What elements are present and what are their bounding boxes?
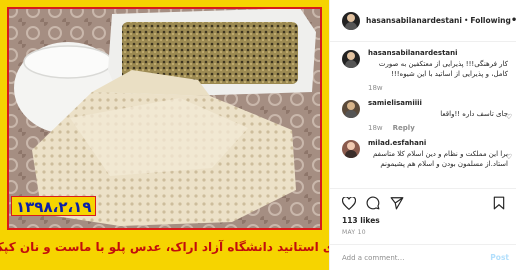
comment-time[interactable]: 18w <box>368 84 383 92</box>
caption-comment: hasansabilanardestani کار فرهنگی!!! پذیر… <box>330 42 516 92</box>
comment-text: برا این مملکت و نظام و دین اسلام کلا متا… <box>372 150 508 168</box>
commenter-avatar[interactable] <box>342 140 360 158</box>
date-stamp: ۱۳۹۸،۲،۱۹ <box>11 196 97 216</box>
post-actions: 113 likes MAY 10 <box>330 188 516 236</box>
comment-icon[interactable] <box>366 196 380 210</box>
comments-panel: hasansabilanardestani • Following ••• ha… <box>329 0 516 270</box>
comment-time[interactable]: 18w <box>368 124 383 132</box>
list-item: milad.esfahani برا این مملکت و نظام و دی… <box>330 132 516 169</box>
bookmark-icon[interactable] <box>493 196 505 210</box>
share-icon[interactable] <box>390 196 404 210</box>
heart-icon[interactable] <box>342 196 356 210</box>
commenter-avatar[interactable] <box>342 100 360 118</box>
photo-caption: سحری استانید دانشگاه آزاد اراک، عدس پلو … <box>0 239 329 254</box>
author-avatar[interactable] <box>342 11 360 30</box>
author-avatar[interactable] <box>342 50 360 68</box>
list-item: samielisamiiii جای تاسف داره !!واقعا 18w… <box>330 92 516 132</box>
like-count[interactable]: 113 likes <box>342 216 505 225</box>
separator-dot: • <box>463 16 469 25</box>
like-comment-heart-icon[interactable]: ♡ <box>506 113 512 121</box>
more-options-icon[interactable]: ••• <box>511 15 516 26</box>
add-comment-bar: Post <box>330 244 516 270</box>
comment-list: hasansabilanardestani کار فرهنگی!!! پذیر… <box>330 42 516 194</box>
post-header: hasansabilanardestani • Following ••• <box>330 0 516 42</box>
comment-text: جای تاسف داره !!واقعا <box>440 110 508 118</box>
like-comment-heart-icon[interactable]: ♡ <box>506 153 512 161</box>
author-username[interactable]: hasansabilanardestani <box>366 16 462 25</box>
following-button[interactable]: Following <box>470 16 510 25</box>
comment-username[interactable]: hasansabilanardestani <box>368 49 508 57</box>
comment-input[interactable] <box>342 253 491 262</box>
comment-username[interactable]: samielisamiiii <box>368 99 508 107</box>
photo-caption-bar: سحری استانید دانشگاه آزاد اراک، عدس پلو … <box>0 228 329 263</box>
comment-username[interactable]: milad.esfahani <box>368 139 508 147</box>
comment-text: کار فرهنگی!!! پذیرایی از معتکفین به صورت… <box>378 60 508 78</box>
post-button[interactable]: Post <box>490 253 509 262</box>
post-date: MAY 10 <box>342 229 366 236</box>
reply-button[interactable]: Reply <box>393 124 415 132</box>
post-photo[interactable]: ۱۳۹۸،۲،۱۹ سحری استانید دانشگاه آزاد اراک… <box>0 0 329 270</box>
